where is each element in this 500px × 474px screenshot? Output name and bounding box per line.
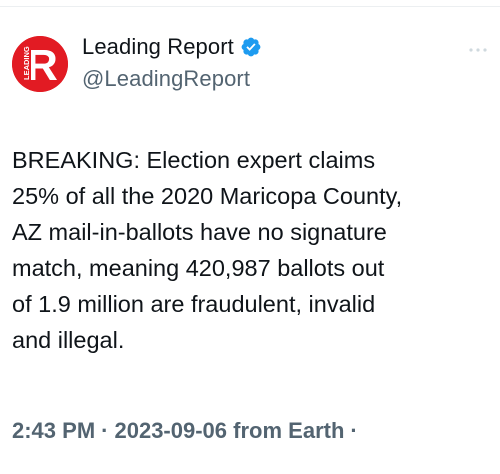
tweet-text: BREAKING: Election expert claims 25% of … [12,142,496,358]
tweet-line: and illegal. [12,327,125,353]
avatar-side-text: LEADING [22,46,31,80]
meta-separator: · [350,418,358,443]
display-name[interactable]: Leading Report [82,34,234,60]
more-options-icon[interactable] [468,40,488,60]
meta-separator: · [101,418,109,443]
tweet-date[interactable]: 2023-09-06 [114,418,227,443]
verified-badge-icon [240,36,262,58]
tweet-time[interactable]: 2:43 PM [12,418,95,443]
tweet-source: from Earth [233,418,345,443]
tweet-line: BREAKING: Election expert claims [12,147,376,173]
tweet-metadata: 2:43 PM · 2023-09-06 from Earth · [12,418,364,444]
leading-report-logo: R LEADING [12,36,68,92]
tweet-line: match, meaning 420,987 ballots out [12,255,385,281]
tweet-line: 25% of all the 2020 Maricopa County, [12,183,403,209]
top-divider [0,6,500,7]
tweet-line: of 1.9 million are fraudulent, invalid [12,291,376,317]
tweet-line: AZ mail-in-ballots have no signature [12,219,387,245]
display-name-row[interactable]: Leading Report [82,34,262,60]
avatar[interactable]: R LEADING [12,36,68,92]
account-handle[interactable]: @LeadingReport [82,66,250,92]
